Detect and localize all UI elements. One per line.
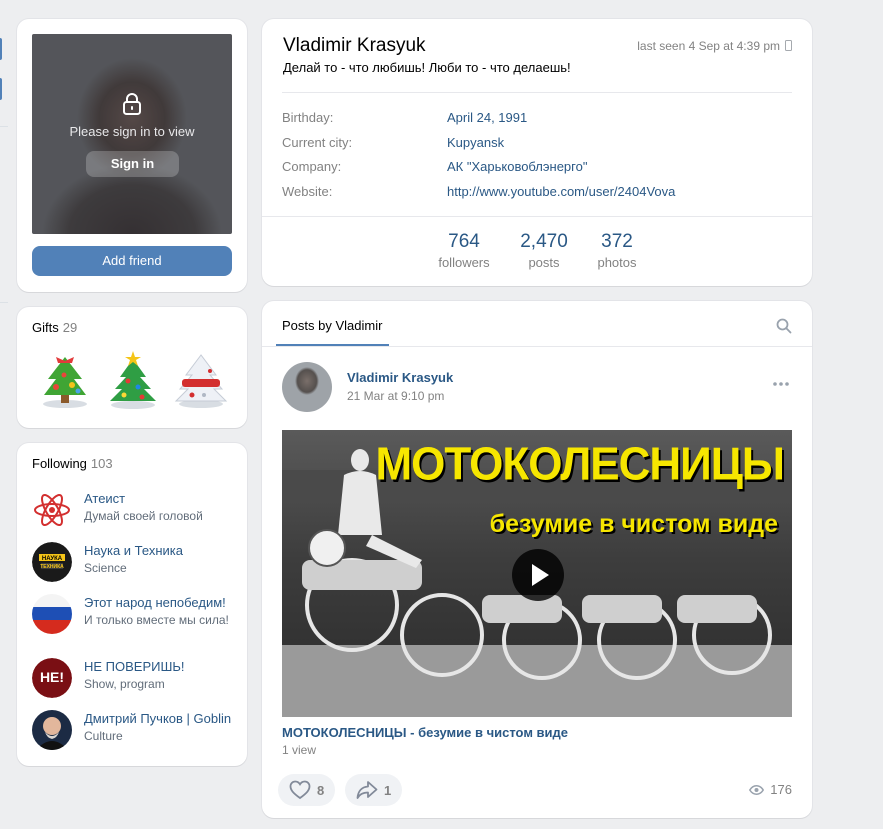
left-edge-divider xyxy=(0,126,8,127)
share-count: 1 xyxy=(384,782,392,798)
video-thumbnail-subtitle: безумие в чистом виде xyxy=(489,510,778,538)
following-desc: Culture xyxy=(84,729,123,743)
profile-avatar-card: Please sign in to view Sign in Add frien… xyxy=(17,19,247,292)
profile-info-card: Vladimir Krasyuk last seen 4 Sep at 4:39… xyxy=(262,19,812,286)
russian-flag-icon xyxy=(32,594,72,634)
christmas-tree-gift-icon[interactable] xyxy=(102,349,164,411)
locked-photo-text: Please sign in to view xyxy=(69,124,195,139)
info-value-website[interactable]: http://www.youtube.com/user/2404Vova xyxy=(447,184,675,199)
like-button[interactable]: 8 xyxy=(278,774,336,806)
profile-status: Делай то - что любишь! Люби то - что дел… xyxy=(283,60,571,75)
following-name: Этот народ непобедим! xyxy=(84,595,226,610)
info-value-birthday[interactable]: April 24, 1991 xyxy=(447,110,527,125)
share-button[interactable]: 1 xyxy=(345,774,403,806)
search-icon[interactable] xyxy=(776,318,792,334)
counter-label: followers xyxy=(438,255,490,270)
left-edge-indicator xyxy=(0,78,2,100)
following-desc: И только вместе мы сила! xyxy=(84,613,229,627)
profile-name: Vladimir Krasyuk xyxy=(283,35,426,56)
info-value-city[interactable]: Kupyansk xyxy=(447,135,504,150)
following-name: НЕ ПОВЕРИШЬ! xyxy=(84,659,185,674)
svg-text:НЕ!: НЕ! xyxy=(40,669,64,685)
video-title-link[interactable]: МОТОКОЛЕСНИЦЫ - безумие в чистом виде xyxy=(282,725,568,740)
more-options-icon[interactable] xyxy=(772,381,790,387)
following-title: Following xyxy=(32,456,87,471)
mobile-phone-icon xyxy=(785,40,792,51)
following-desc: Science xyxy=(84,561,127,575)
left-edge-divider xyxy=(0,302,8,303)
video-thumbnail-title: МОТОКОЛЕСНИЦЫ xyxy=(375,438,785,491)
following-desc: Думай своей головой xyxy=(84,509,203,523)
post-date[interactable]: 21 Mar at 9:10 pm xyxy=(347,389,444,403)
eye-icon xyxy=(749,784,765,795)
counter-number: 764 xyxy=(448,231,480,252)
counter-followers[interactable]: 764 followers xyxy=(419,231,509,273)
last-seen-text: last seen 4 Sep at 4:39 pm xyxy=(637,39,780,53)
gifts-header[interactable]: Gifts 29 xyxy=(32,320,77,335)
gifts-count: 29 xyxy=(62,320,78,335)
snowy-tree-gift-icon[interactable] xyxy=(170,349,232,411)
following-header[interactable]: Following 103 xyxy=(32,456,113,471)
play-icon[interactable] xyxy=(512,549,564,601)
sign-in-button[interactable]: Sign in xyxy=(86,151,179,177)
divider xyxy=(262,216,812,217)
gifts-title: Gifts xyxy=(32,320,59,335)
video-player[interactable]: МОТОКОЛЕСНИЦЫ безумие в чистом виде xyxy=(282,430,792,717)
svg-text:ТЕХНИКА: ТЕХНИКА xyxy=(40,564,64,570)
following-card: Following 103 Атеист Думай своей головой … xyxy=(17,443,247,766)
post-author-avatar[interactable] xyxy=(282,362,332,412)
left-edge-indicator xyxy=(0,38,2,60)
tab-posts-by-owner[interactable]: Posts by Vladimir xyxy=(282,318,382,333)
like-count: 8 xyxy=(317,782,325,798)
gifts-card: Gifts 29 xyxy=(17,307,247,428)
views-number: 176 xyxy=(770,782,792,797)
heart-icon xyxy=(289,780,311,800)
profile-photo: Please sign in to view Sign in xyxy=(32,34,232,234)
divider xyxy=(262,346,812,347)
post-author-name[interactable]: Vladimir Krasyuk xyxy=(347,370,453,385)
counter-photos[interactable]: 372 photos xyxy=(572,231,662,273)
info-label-city: Current city: xyxy=(282,135,353,150)
following-name: Дмитрий Пучков | Goblin xyxy=(84,711,232,726)
video-views: 1 view xyxy=(282,743,317,757)
divider xyxy=(282,92,792,93)
christmas-tree-gift-icon[interactable] xyxy=(34,349,96,411)
following-count: 103 xyxy=(90,456,113,471)
post-views: 176 xyxy=(749,782,792,797)
last-seen-status: last seen 4 Sep at 4:39 pm xyxy=(637,39,792,53)
info-label-birthday: Birthday: xyxy=(282,110,334,125)
atom-logo-icon xyxy=(32,490,72,530)
info-value-company[interactable]: АК "Харьковоблэнерго" xyxy=(447,159,587,174)
posts-card: Posts by Vladimir Vladimir Krasyuk 21 Ma… xyxy=(262,301,812,818)
share-icon xyxy=(356,781,378,799)
nauka-tehnika-logo-icon: НАУКА ТЕХНИКА xyxy=(32,542,72,582)
following-desc: Show, program xyxy=(84,677,165,691)
ne-poverish-logo-icon: НЕ! xyxy=(32,658,72,698)
counter-label: photos xyxy=(597,255,637,270)
lock-icon xyxy=(123,93,141,115)
person-avatar-icon xyxy=(32,710,72,750)
following-name: Атеист xyxy=(84,491,126,506)
info-label-website: Website: xyxy=(282,184,333,199)
svg-text:НАУКА: НАУКА xyxy=(42,556,63,562)
following-name: Наука и Техника xyxy=(84,543,183,558)
add-friend-button[interactable]: Add friend xyxy=(32,246,232,276)
counter-number: 372 xyxy=(601,231,633,252)
info-label-company: Company: xyxy=(282,159,342,174)
